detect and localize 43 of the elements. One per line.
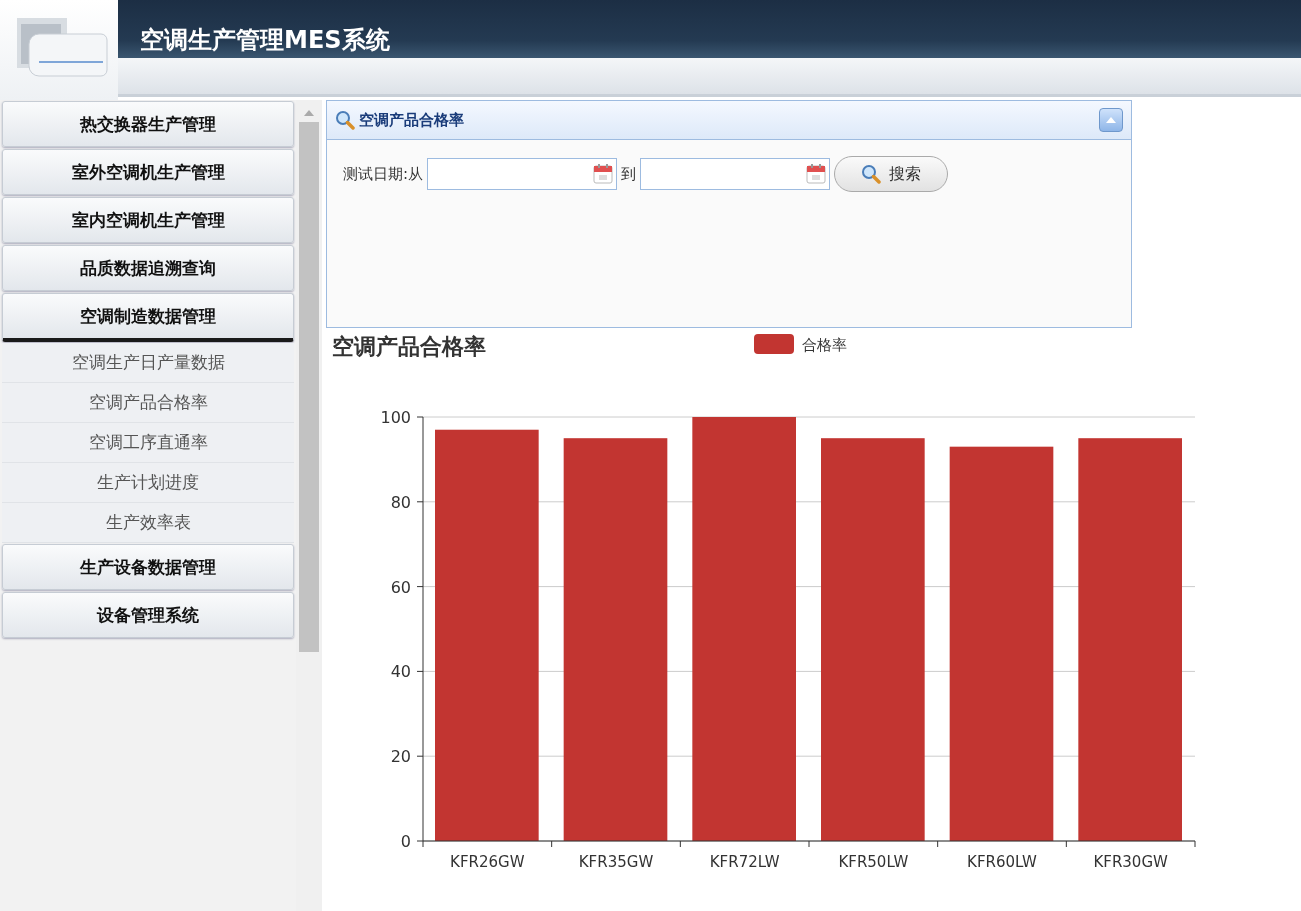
- y-tick-label: 0: [400, 832, 411, 851]
- collapse-button[interactable]: [1099, 108, 1123, 132]
- x-tick-label: KFR72LW: [709, 853, 780, 871]
- x-tick-label: KFR30GW: [1093, 853, 1168, 871]
- x-tick-label: KFR26GW: [450, 853, 525, 871]
- menu-group[interactable]: 品质数据追溯查询: [2, 245, 294, 291]
- search-icon: [335, 110, 355, 130]
- legend-label[interactable]: 合格率: [802, 336, 847, 354]
- menu-group[interactable]: 室外空调机生产管理: [2, 149, 294, 195]
- menu-item[interactable]: 空调生产日产量数据: [2, 343, 294, 383]
- x-tick-label: KFR50LW: [838, 853, 909, 871]
- menu-group[interactable]: 热交换器生产管理: [2, 101, 294, 147]
- calendar-icon[interactable]: [592, 163, 615, 185]
- scroll-thumb[interactable]: [299, 122, 319, 652]
- calendar-icon[interactable]: [805, 163, 828, 185]
- legend-swatch[interactable]: [754, 334, 794, 354]
- x-tick-label: KFR35GW: [578, 853, 654, 871]
- menu-group[interactable]: 设备管理系统: [2, 592, 294, 638]
- y-tick-label: 100: [380, 408, 411, 427]
- x-tick-label: KFR60LW: [967, 853, 1037, 871]
- date-field[interactable]: [640, 158, 831, 190]
- y-tick-label: 20: [390, 747, 411, 767]
- search-icon: [861, 164, 882, 184]
- menu-group[interactable]: 空调制造数据管理: [2, 293, 294, 342]
- scroll-up-icon[interactable]: [303, 108, 315, 118]
- panel-title: 空调产品合格率: [359, 110, 465, 130]
- caret-icon[interactable]: [1105, 116, 1117, 124]
- y-tick-label: 40: [390, 662, 411, 682]
- menu-item[interactable]: 生产效率表: [2, 503, 294, 543]
- y-tick-label: 80: [390, 492, 411, 512]
- scrollbar[interactable]: [296, 100, 322, 911]
- menu-group[interactable]: 室内空调机生产管理: [2, 197, 294, 243]
- menu-group[interactable]: 生产设备数据管理: [2, 544, 294, 590]
- menu-item[interactable]: 生产计划进度: [2, 463, 294, 503]
- search-button[interactable]: 搜索: [834, 156, 949, 192]
- menu-item[interactable]: 空调产品合格率: [2, 383, 294, 423]
- y-tick-label: 60: [390, 577, 411, 597]
- date-field[interactable]: [427, 158, 618, 190]
- app-title: 空调生产管理MES系统: [140, 25, 390, 56]
- chart-title: 空调产品合格率: [332, 334, 486, 359]
- menu-item[interactable]: 空调工序直通率: [2, 423, 294, 463]
- date-label: 测试日期:从: [343, 164, 424, 184]
- to-label: 到: [621, 164, 637, 184]
